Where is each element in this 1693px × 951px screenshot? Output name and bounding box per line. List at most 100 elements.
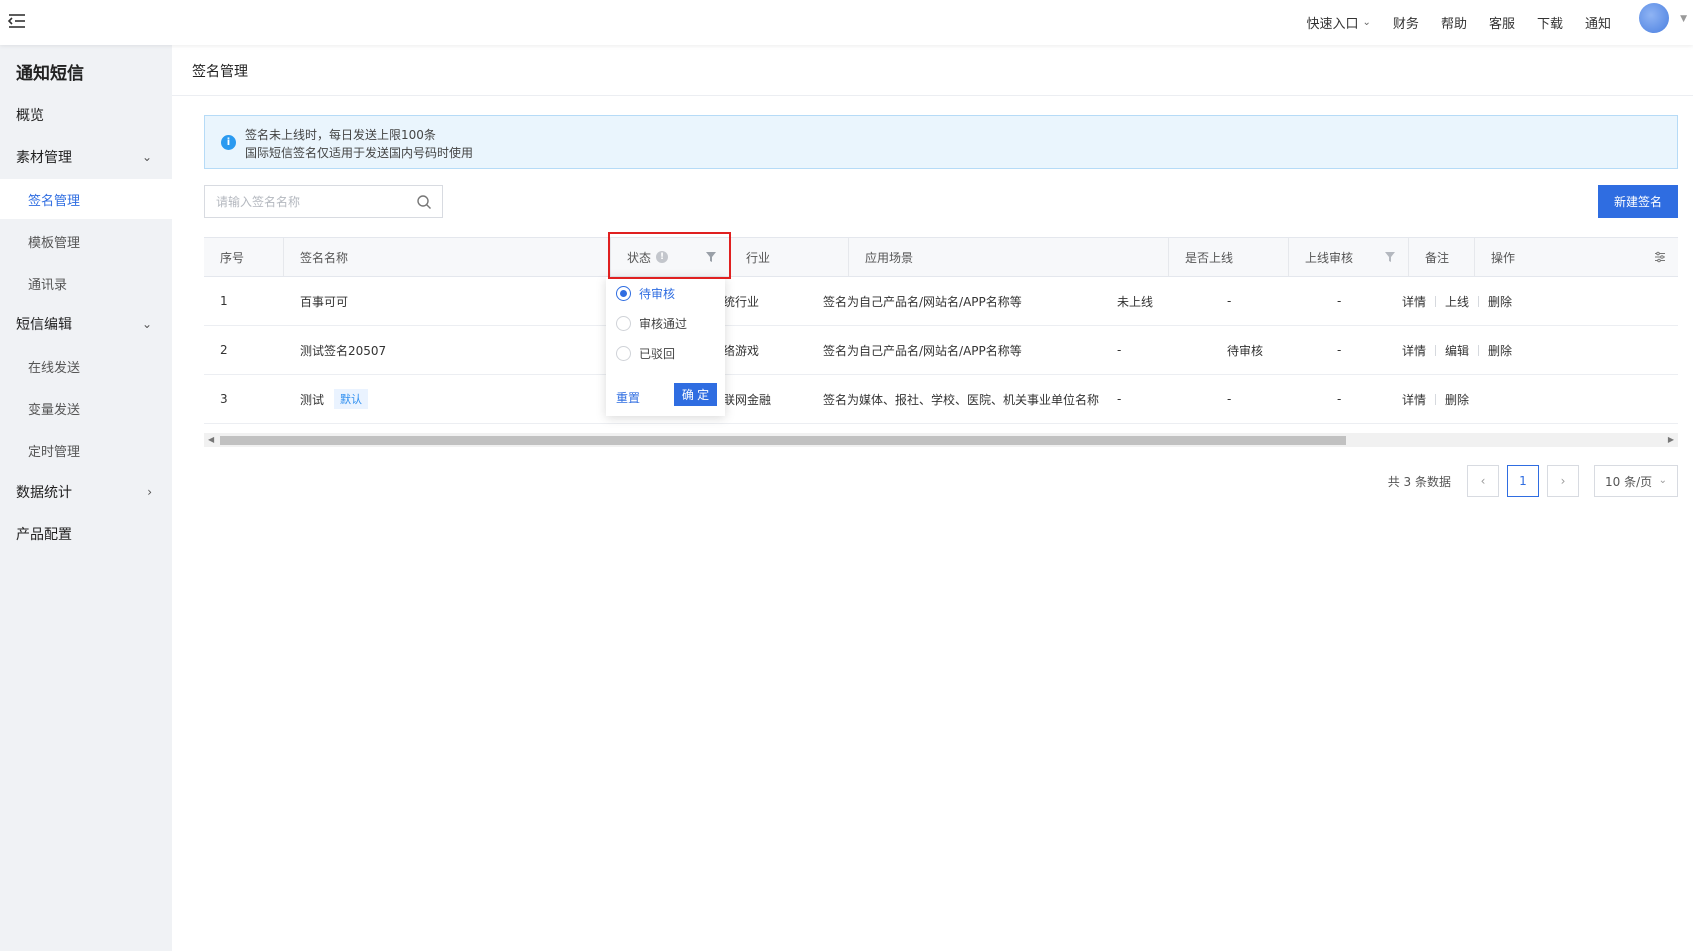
prev-page-button[interactable]: ‹ <box>1467 465 1499 497</box>
sidebar-item-product-config[interactable]: 产品配置 <box>0 514 172 554</box>
search-box <box>204 185 443 218</box>
delete-link[interactable]: 删除 <box>1445 391 1469 408</box>
detail-link[interactable]: 详情 <box>1402 293 1426 310</box>
finance-link[interactable]: 财务 <box>1393 13 1419 32</box>
page-size-select[interactable]: 10 条/页 ⌄ <box>1594 465 1678 497</box>
column-header-review: 上线审核 <box>1289 238 1409 276</box>
column-label: 是否上线 <box>1185 250 1234 265</box>
cell-note: - <box>1337 294 1342 308</box>
radio-icon[interactable] <box>616 315 631 331</box>
new-signature-button[interactable]: 新建签名 <box>1598 185 1678 218</box>
cell-scene: 签名为自己产品名/网站名/APP名称等 <box>823 294 1022 309</box>
page-number-button[interactable]: 1 <box>1507 465 1539 497</box>
filter-option-rejected[interactable]: 已驳回 <box>616 343 675 363</box>
radio-icon[interactable] <box>616 345 631 361</box>
cell-online: - <box>1117 343 1122 357</box>
cell-scene: 签名为自己产品名/网站名/APP名称等 <box>823 343 1022 358</box>
column-label: 状态 <box>627 250 652 265</box>
info-alert: i 签名未上线时，每日发送上限100条 国际短信签名仅适用于发送国内号码时使用 <box>204 115 1678 169</box>
total-count: 共 3 条数据 <box>1387 474 1451 489</box>
sidebar-item-label: 产品配置 <box>16 527 72 543</box>
detail-link[interactable]: 详情 <box>1402 342 1426 359</box>
divider <box>172 95 1693 96</box>
search-icon[interactable] <box>416 194 432 210</box>
column-label: 序号 <box>220 250 245 265</box>
column-label: 应用场景 <box>865 250 914 265</box>
top-nav: 快速入口 ⌄ 财务 帮助 客服 下载 通知 <box>1285 0 1611 45</box>
chevron-down-icon: ⌄ <box>141 150 152 164</box>
cell-online: - <box>1117 392 1122 406</box>
scroll-left-icon[interactable]: ◀ <box>208 435 214 444</box>
detail-link[interactable]: 详情 <box>1402 391 1426 408</box>
horizontal-scrollbar[interactable]: ◀ ▶ <box>204 433 1678 447</box>
filter-icon[interactable] <box>1384 251 1396 263</box>
search-input[interactable] <box>205 186 405 217</box>
reset-button[interactable]: 重置 <box>616 389 640 406</box>
cell-review: 待审核 <box>1227 343 1264 358</box>
avatar[interactable] <box>1639 3 1669 33</box>
column-header-online: 是否上线 <box>1169 238 1289 276</box>
confirm-button[interactable]: 确 定 <box>674 383 717 406</box>
cell-actions: 详情 上线 删除 <box>1386 277 1512 325</box>
cell-actions: 详情 编辑 删除 <box>1386 326 1512 374</box>
sidebar-item-variable-send[interactable]: 变量发送 <box>0 388 172 428</box>
scroll-right-icon[interactable]: ▶ <box>1668 435 1674 444</box>
divider <box>1435 393 1437 405</box>
radio-selected-icon[interactable] <box>616 285 631 301</box>
notification-link[interactable]: 通知 <box>1585 13 1611 32</box>
delete-link[interactable]: 删除 <box>1488 342 1512 359</box>
column-header-industry: 行业 <box>730 238 849 276</box>
alert-line: 国际短信签名仅适用于发送国内号码时使用 <box>245 146 474 160</box>
column-header-index: 序号 <box>204 238 284 276</box>
delete-link[interactable]: 删除 <box>1488 293 1512 310</box>
filter-option-pending[interactable]: 待审核 <box>616 283 675 303</box>
caret-down-icon[interactable]: ▼ <box>1680 14 1687 24</box>
customer-service-link[interactable]: 客服 <box>1489 13 1515 32</box>
table-row: 1 百事可可 传统行业 签名为自己产品名/网站名/APP名称等 未上线 - - … <box>204 277 1678 326</box>
menu-collapse-icon[interactable] <box>6 10 28 32</box>
sidebar-item-label: 定时管理 <box>28 444 81 460</box>
chevron-down-icon: ⌄ <box>1658 475 1667 486</box>
column-label: 备注 <box>1425 250 1450 265</box>
sidebar-item-overview[interactable]: 概览 <box>0 95 172 135</box>
chevron-down-icon: ⌄ <box>141 317 152 331</box>
column-settings-icon[interactable] <box>1654 251 1666 263</box>
column-header-note: 备注 <box>1409 238 1475 276</box>
column-header-actions: 操作 <box>1475 238 1678 276</box>
sidebar-item-materials[interactable]: 素材管理 ⌄ <box>0 137 172 177</box>
column-header-scene: 应用场景 <box>849 238 1169 276</box>
download-link[interactable]: 下载 <box>1537 13 1563 32</box>
scroll-thumb[interactable] <box>220 436 1346 445</box>
sidebar-item-contacts[interactable]: 通讯录 <box>0 263 172 303</box>
signature-table: 序号 签名名称 状态 ! 行业 应用场景 是否上线 上线审核 备注 操作 1 百… <box>204 237 1678 424</box>
sidebar-item-schedule[interactable]: 定时管理 <box>0 430 172 470</box>
info-icon[interactable]: ! <box>656 251 669 263</box>
cell-name: 百事可可 <box>300 294 349 309</box>
column-header-status: 状态 ! <box>611 238 730 276</box>
help-link[interactable]: 帮助 <box>1441 13 1467 32</box>
sidebar-item-online-send[interactable]: 在线发送 <box>0 346 172 386</box>
column-label: 操作 <box>1491 250 1516 265</box>
filter-icon[interactable] <box>705 251 717 263</box>
sidebar-item-label: 素材管理 <box>16 150 72 166</box>
top-bar: 快速入口 ⌄ 财务 帮助 客服 下载 通知 ▼ <box>0 0 1693 45</box>
chevron-right-icon: › <box>147 485 152 499</box>
sidebar-item-sms-edit[interactable]: 短信编辑 ⌄ <box>0 304 172 344</box>
next-page-button[interactable]: › <box>1547 465 1579 497</box>
sidebar-item-label: 模板管理 <box>28 235 81 251</box>
divider <box>1435 295 1437 307</box>
sidebar-item-signature-management[interactable]: 签名管理 <box>0 179 172 219</box>
column-label: 签名名称 <box>300 250 349 265</box>
sidebar-item-label: 在线发送 <box>28 360 81 376</box>
sidebar-item-statistics[interactable]: 数据统计 › <box>0 472 172 512</box>
sidebar-item-template-management[interactable]: 模板管理 <box>0 221 172 261</box>
pagination: 共 3 条数据 ‹ 1 › 10 条/页 ⌄ <box>1388 465 1678 497</box>
signature-name: 测试 <box>300 392 325 407</box>
cell-review: - <box>1227 294 1232 308</box>
publish-link[interactable]: 上线 <box>1445 293 1469 310</box>
cell-note: - <box>1337 392 1342 406</box>
quick-entry-link[interactable]: 快速入口 ⌄ <box>1307 13 1371 32</box>
sidebar-item-label: 变量发送 <box>28 402 81 418</box>
edit-link[interactable]: 编辑 <box>1445 342 1469 359</box>
filter-option-approved[interactable]: 审核通过 <box>616 313 687 333</box>
